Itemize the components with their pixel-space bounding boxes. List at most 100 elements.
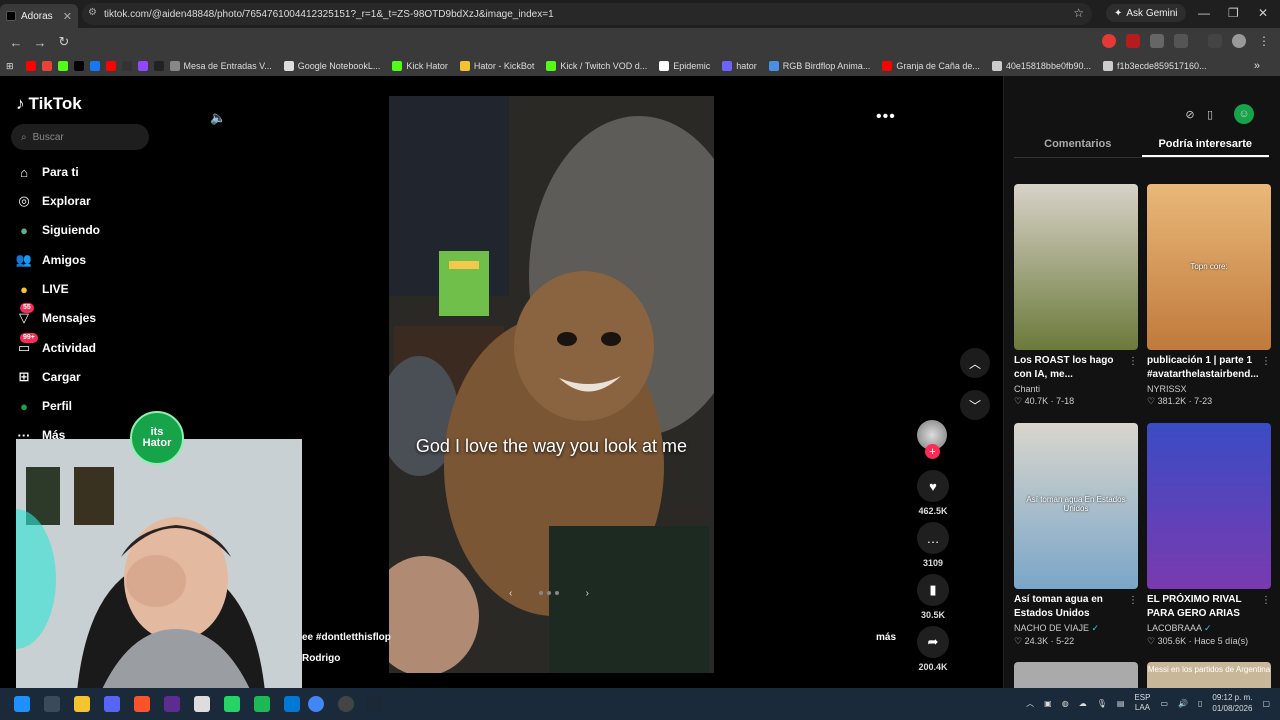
comment-button[interactable]: …	[917, 522, 949, 554]
like-button[interactable]: ♥	[917, 470, 949, 502]
extensions-menu-icon[interactable]	[1174, 34, 1188, 48]
bookmark-item[interactable]: hator	[722, 61, 757, 71]
extension-red-icon[interactable]	[1126, 34, 1140, 48]
whatsapp-icon[interactable]	[224, 696, 240, 712]
bookmark-item[interactable]	[137, 61, 148, 71]
bookmark-item[interactable]	[89, 61, 100, 71]
partial-thumb-overlay[interactable]: Messi en los partidos de Argentina	[1147, 662, 1271, 688]
previous-video-button[interactable]: ︿	[960, 348, 990, 378]
notifications-icon[interactable]: ▢	[1262, 699, 1270, 708]
device-icon[interactable]: ▯	[1200, 104, 1220, 124]
app-icon[interactable]	[164, 696, 180, 712]
follow-plus-icon[interactable]: +	[925, 444, 940, 459]
video-author[interactable]: Chanti	[1014, 384, 1040, 394]
apps-grid-icon[interactable]: ⊞	[6, 61, 14, 72]
tray-cloud-icon[interactable]: ☁	[1079, 699, 1087, 708]
post-description[interactable]: ee #dontletthisflop	[302, 632, 391, 643]
video-author[interactable]: LACOBRAAA	[1147, 623, 1202, 633]
tray-speaker-icon[interactable]: 🔊	[1178, 699, 1188, 708]
bookmark-item[interactable]: 40e15818bbe0fb90...	[991, 61, 1091, 71]
save-button[interactable]: ▮	[917, 574, 949, 606]
video-thumbnail[interactable]: Topn core:	[1147, 184, 1271, 350]
close-window-icon[interactable]: ✕	[1258, 6, 1268, 20]
bookmark-item[interactable]: Kick / Twitch VOD d...	[546, 61, 647, 71]
video-author[interactable]: NYRISSX	[1147, 384, 1187, 394]
taskbar-search-icon[interactable]	[44, 696, 60, 712]
bookmark-item[interactable]: RGB Birdflop Anima...	[768, 61, 870, 71]
bookmark-item[interactable]	[73, 61, 84, 71]
user-avatar[interactable]: ☺	[1234, 104, 1254, 124]
video-thumbnail[interactable]: Así toman agua En Estados Unidos	[1014, 423, 1138, 589]
video-title[interactable]: Los ROAST los hago con IA, me...	[1014, 354, 1126, 382]
bookmark-item[interactable]: Kick Hator	[392, 61, 448, 71]
ask-gemini-button[interactable]: ✦ Ask Gemini	[1106, 4, 1186, 22]
tray-mic-icon[interactable]: 🎙	[1097, 699, 1107, 708]
recommended-video-card[interactable]: EL PRÓXIMO RIVAL PARA GERO ARIAS ES...⋮ L…	[1147, 423, 1271, 647]
steam-icon[interactable]	[366, 696, 382, 712]
bookmark-item[interactable]: Mesa de Entradas V...	[169, 61, 272, 71]
tray-app-icon[interactable]: ▣	[1044, 699, 1052, 708]
partial-thumb[interactable]	[1014, 662, 1138, 688]
profile-avatar-icon[interactable]	[1232, 34, 1246, 48]
bookmark-star-icon[interactable]: ☆	[1073, 6, 1084, 20]
nav-item-cargar[interactable]: ⊞ Cargar	[16, 366, 81, 388]
nav-item-amigos[interactable]: 👥 Amigos	[16, 249, 86, 271]
bookmark-item[interactable]	[105, 61, 116, 71]
video-author[interactable]: NACHO DE VIAJE	[1014, 623, 1089, 633]
nav-item-siguiendo[interactable]: ● Siguiendo	[16, 219, 100, 241]
notepad-icon[interactable]	[194, 696, 210, 712]
more-description-link[interactable]: más	[876, 632, 896, 643]
card-more-icon[interactable]: ⋮	[1261, 595, 1271, 606]
tab-comments[interactable]: Comentarios	[1014, 132, 1142, 157]
reload-icon[interactable]: ↻	[52, 34, 76, 50]
restore-icon[interactable]: ❐	[1228, 6, 1239, 20]
more-options-icon[interactable]: •••	[876, 108, 896, 126]
bookmark-item[interactable]: Google NotebookL...	[283, 61, 380, 71]
post-author[interactable]: Rodrigo	[302, 653, 340, 664]
bookmark-item[interactable]	[57, 61, 68, 71]
forward-icon[interactable]: →	[28, 35, 52, 50]
obs-icon[interactable]	[338, 696, 354, 712]
recommended-video-card[interactable]: Así toman agua En Estados Unidos Así toma…	[1014, 423, 1138, 647]
start-icon[interactable]	[14, 696, 30, 712]
bookmark-item[interactable]	[153, 61, 164, 71]
tiktok-logo[interactable]: ♪ TikTok	[16, 94, 82, 114]
extension-record-icon[interactable]	[1102, 34, 1116, 48]
video-title[interactable]: Así toman agua en Estados Unidos	[1014, 593, 1126, 621]
nav-item-explorar[interactable]: ◎ Explorar	[16, 190, 90, 212]
reading-list-icon[interactable]	[1208, 34, 1222, 48]
video-thumbnail[interactable]	[1147, 423, 1271, 589]
file-explorer-icon[interactable]	[74, 696, 90, 712]
tab-interest[interactable]: Podría interesarte	[1141, 132, 1269, 157]
video-title[interactable]: EL PRÓXIMO RIVAL PARA GERO ARIAS ES...	[1147, 593, 1259, 621]
minimize-icon[interactable]: —	[1198, 6, 1210, 20]
url-field[interactable]: ⚙ tiktok.com/@aiden48848/photo/765476100…	[82, 3, 1092, 25]
tray-chevron-icon[interactable]: ︿	[1026, 698, 1034, 709]
nav-item-live[interactable]: ● LIVE	[16, 278, 69, 300]
bookmark-item[interactable]: f1b3ecde859517160...	[1102, 61, 1207, 71]
card-more-icon[interactable]: ⋮	[1261, 356, 1271, 367]
tray-volume-icon[interactable]: ▤	[1117, 699, 1125, 708]
bookmark-item[interactable]	[41, 61, 52, 71]
carousel-next-icon[interactable]: ›	[586, 588, 589, 599]
spotify-icon[interactable]	[254, 696, 270, 712]
tray-battery-icon[interactable]: ▯	[1198, 699, 1202, 708]
card-more-icon[interactable]: ⋮	[1128, 356, 1138, 367]
recommended-video-card[interactable]: Los ROAST los hago con IA, me... ⋮ Chanti ♡…	[1014, 184, 1138, 407]
bookmark-item[interactable]	[25, 61, 36, 71]
discord-icon[interactable]	[104, 696, 120, 712]
nav-item-mensajes[interactable]: ▽ 55 Mensajes	[16, 303, 96, 329]
card-more-icon[interactable]: ⋮	[1128, 595, 1138, 606]
compass-icon[interactable]: ⊘	[1180, 104, 1200, 124]
brave-icon[interactable]	[134, 696, 150, 712]
browser-tab[interactable]: Adoras ✕	[0, 4, 78, 28]
bookmark-item[interactable]	[121, 61, 132, 71]
language-indicator[interactable]: ESP LAA	[1134, 693, 1150, 713]
bookmark-item[interactable]: Granja de Caña de...	[882, 61, 980, 71]
bookmark-item[interactable]: Epidemic	[659, 61, 710, 71]
carousel-prev-icon[interactable]: ‹	[509, 588, 512, 599]
next-video-button[interactable]: ﹀	[960, 390, 990, 420]
close-tab-icon[interactable]: ✕	[63, 10, 72, 23]
more-bookmarks-icon[interactable]: »	[1254, 60, 1260, 72]
video-thumbnail[interactable]	[1014, 184, 1138, 350]
